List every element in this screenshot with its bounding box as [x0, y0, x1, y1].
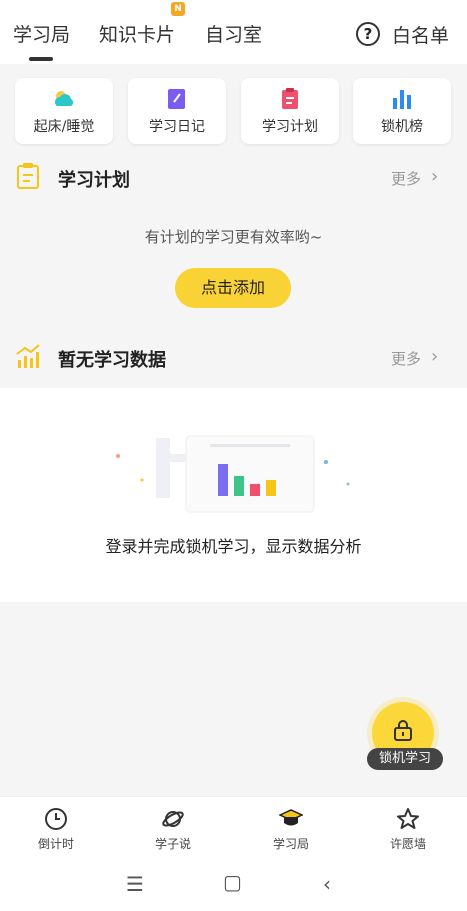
new-badge: N — [171, 2, 185, 16]
menu-icon[interactable]: ☰ — [126, 872, 144, 896]
nav-label: 学习局 — [272, 837, 309, 851]
chevron-right-icon[interactable]: › — [431, 166, 438, 187]
plan-empty-text: 有计划的学习更有效率哟~ — [144, 228, 323, 246]
tile-label: 起床/睡觉 — [33, 119, 95, 135]
notebook-icon — [168, 89, 185, 109]
weather-cloud-icon — [55, 91, 74, 106]
section-title: 学习计划 — [58, 170, 130, 191]
tab-knowledge-cards[interactable]: 知识卡片 — [99, 20, 175, 47]
graduation-cap-icon — [279, 809, 303, 826]
nav-wish-wall[interactable]: 许愿墙 — [358, 797, 458, 859]
clock-icon — [45, 808, 67, 830]
add-plan-button[interactable]: 点击添加 — [175, 268, 291, 308]
tile-label: 锁机榜 — [381, 119, 423, 135]
chevron-right-icon[interactable]: › — [431, 346, 438, 367]
whitelist-button[interactable]: 白名单 — [392, 21, 449, 48]
tab-study-bureau[interactable]: 学习局 — [13, 20, 70, 47]
home-icon[interactable]: ▢ — [223, 870, 242, 894]
tile-label: 学习日记 — [149, 119, 205, 135]
lock-icon — [394, 720, 412, 741]
nav-student-talk[interactable]: 学子说 — [123, 797, 223, 859]
back-icon[interactable]: ‹ — [323, 872, 331, 896]
top-tab-bar: 学习局 知识卡片 N 自习室 ? 白名单 — [0, 0, 467, 64]
nav-label: 倒计时 — [37, 837, 74, 851]
plan-clipboard-icon — [17, 163, 39, 189]
tile-study-plan[interactable]: 学习计划 — [241, 78, 339, 144]
tile-study-diary[interactable]: 学习日记 — [128, 78, 226, 144]
nav-label: 学子说 — [154, 837, 191, 851]
bar-chart-icon — [393, 90, 411, 109]
tab-study-room[interactable]: 自习室 — [205, 20, 262, 47]
trend-chart-icon — [16, 344, 40, 368]
lock-study-label[interactable]: 锁机学习 — [367, 748, 443, 770]
nav-countdown[interactable]: 倒计时 — [6, 797, 106, 859]
active-tab-indicator — [29, 57, 53, 61]
bottom-nav: 倒计时 学子说 学习局 许愿墙 — [0, 796, 467, 858]
system-nav-bar: ☰ ▢ ‹ — [0, 858, 467, 911]
study-plan-header: 学习计划 更多 › — [0, 160, 467, 196]
more-link[interactable]: 更多 — [391, 348, 421, 369]
tile-lock-ranking[interactable]: 锁机榜 — [353, 78, 451, 144]
tile-wake-sleep[interactable]: 起床/睡觉 — [15, 78, 113, 144]
empty-chart-illustration — [116, 435, 350, 513]
clipboard-icon — [282, 88, 298, 109]
more-link[interactable]: 更多 — [391, 168, 421, 189]
tile-label: 学习计划 — [262, 119, 318, 135]
nav-study-bureau[interactable]: 学习局 — [241, 797, 341, 859]
nav-label: 许愿墙 — [389, 837, 426, 851]
star-icon — [397, 808, 419, 829]
data-empty-text: 登录并完成锁机学习，显示数据分析 — [105, 537, 362, 556]
data-empty-panel: 登录并完成锁机学习，显示数据分析 — [0, 388, 467, 602]
study-data-header: 暂无学习数据 更多 › — [0, 340, 467, 376]
help-icon[interactable]: ? — [356, 22, 380, 46]
planet-icon — [162, 811, 184, 827]
section-title: 暂无学习数据 — [58, 350, 166, 371]
